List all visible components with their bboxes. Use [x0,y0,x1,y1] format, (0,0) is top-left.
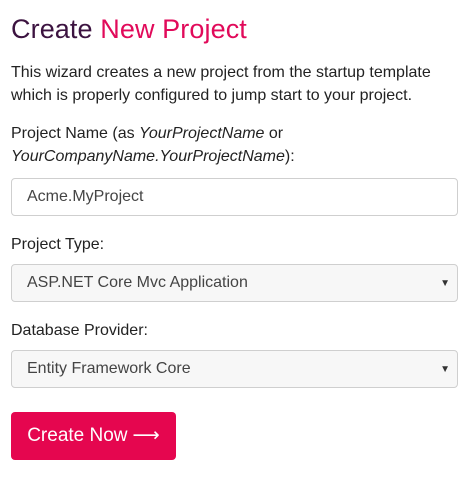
database-provider-selected: Entity Framework Core [27,360,191,377]
create-now-label: Create Now [27,425,128,446]
project-name-label: Project Name (as YourProjectName or Your… [11,122,461,168]
project-name-label-example2: YourCompanyName.YourProjectName [11,148,285,165]
project-name-label-example1: YourProjectName [139,125,265,142]
project-name-label-prefix: Project Name (as [11,125,140,142]
arrow-right-icon: ⟶ [132,425,160,446]
caret-down-icon: ▼ [440,278,450,289]
database-provider-label: Database Provider: [11,322,148,339]
project-type-selected: ASP.NET Core Mvc Application [27,274,248,291]
project-name-input[interactable]: Acme.MyProject [11,178,458,216]
database-provider-select[interactable]: Entity Framework Core ▼ [11,350,458,388]
project-name-label-mid: or [264,125,284,142]
create-now-button[interactable]: Create Now ⟶ [11,412,176,460]
project-name-value: Acme.MyProject [27,188,144,205]
project-type-select[interactable]: ASP.NET Core Mvc Application ▼ [11,264,458,302]
wizard-description: This wizard creates a new project from t… [11,64,431,104]
page-title-create: Create [11,14,93,44]
caret-down-icon: ▼ [440,364,450,375]
page-title-new-project: New Project [100,14,247,44]
project-type-label: Project Type: [11,236,105,253]
project-name-label-suffix: ): [284,148,295,165]
page-title: Create New Project [11,12,247,46]
